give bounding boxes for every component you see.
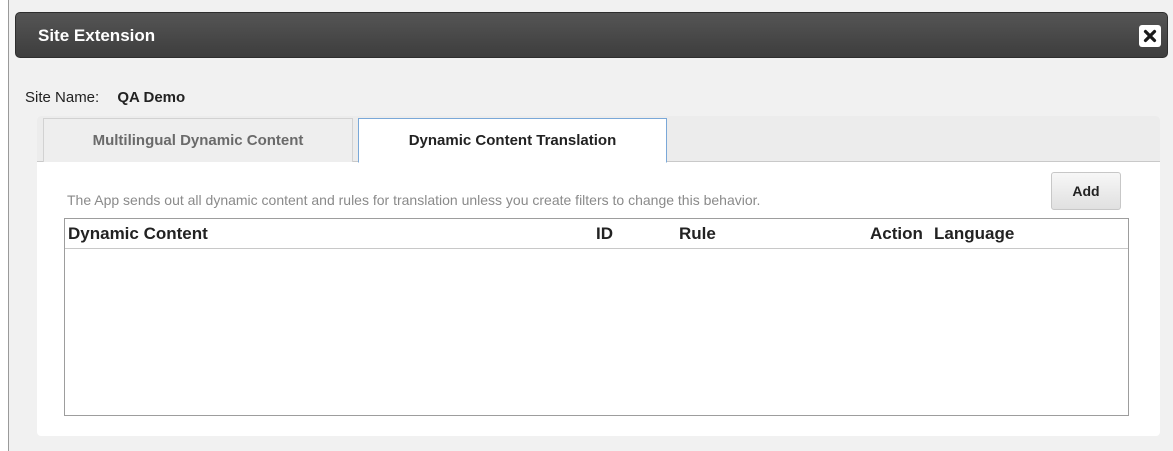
close-button[interactable]	[1139, 25, 1161, 47]
column-header-action[interactable]: Action	[870, 224, 923, 244]
column-header-dynamic-content[interactable]: Dynamic Content	[68, 224, 208, 244]
close-icon	[1143, 29, 1157, 43]
tab-panel: Multilingual Dynamic Content Dynamic Con…	[37, 116, 1160, 436]
column-header-language[interactable]: Language	[934, 224, 1014, 244]
add-button[interactable]: Add	[1051, 172, 1121, 210]
info-text: The App sends out all dynamic content an…	[67, 192, 761, 208]
site-name-row: Site Name: QA Demo	[25, 89, 185, 106]
table-header: Dynamic Content ID Rule Action Language	[65, 219, 1128, 249]
tab-dynamic-content-translation[interactable]: Dynamic Content Translation	[358, 118, 667, 163]
site-extension-dialog: Site Extension Site Name: QA Demo Multil…	[8, 0, 1173, 451]
site-name-value: QA Demo	[117, 89, 186, 106]
column-header-id[interactable]: ID	[596, 224, 613, 244]
column-header-rule[interactable]: Rule	[679, 224, 716, 244]
site-name-label: Site Name:	[25, 89, 100, 106]
dynamic-content-table[interactable]: Dynamic Content ID Rule Action Language	[64, 218, 1129, 416]
dialog-title: Site Extension	[38, 26, 156, 45]
tab-multilingual-dynamic-content[interactable]: Multilingual Dynamic Content	[43, 118, 353, 162]
dialog-titlebar: Site Extension	[15, 12, 1168, 58]
tab-bar: Multilingual Dynamic Content Dynamic Con…	[37, 116, 1160, 163]
